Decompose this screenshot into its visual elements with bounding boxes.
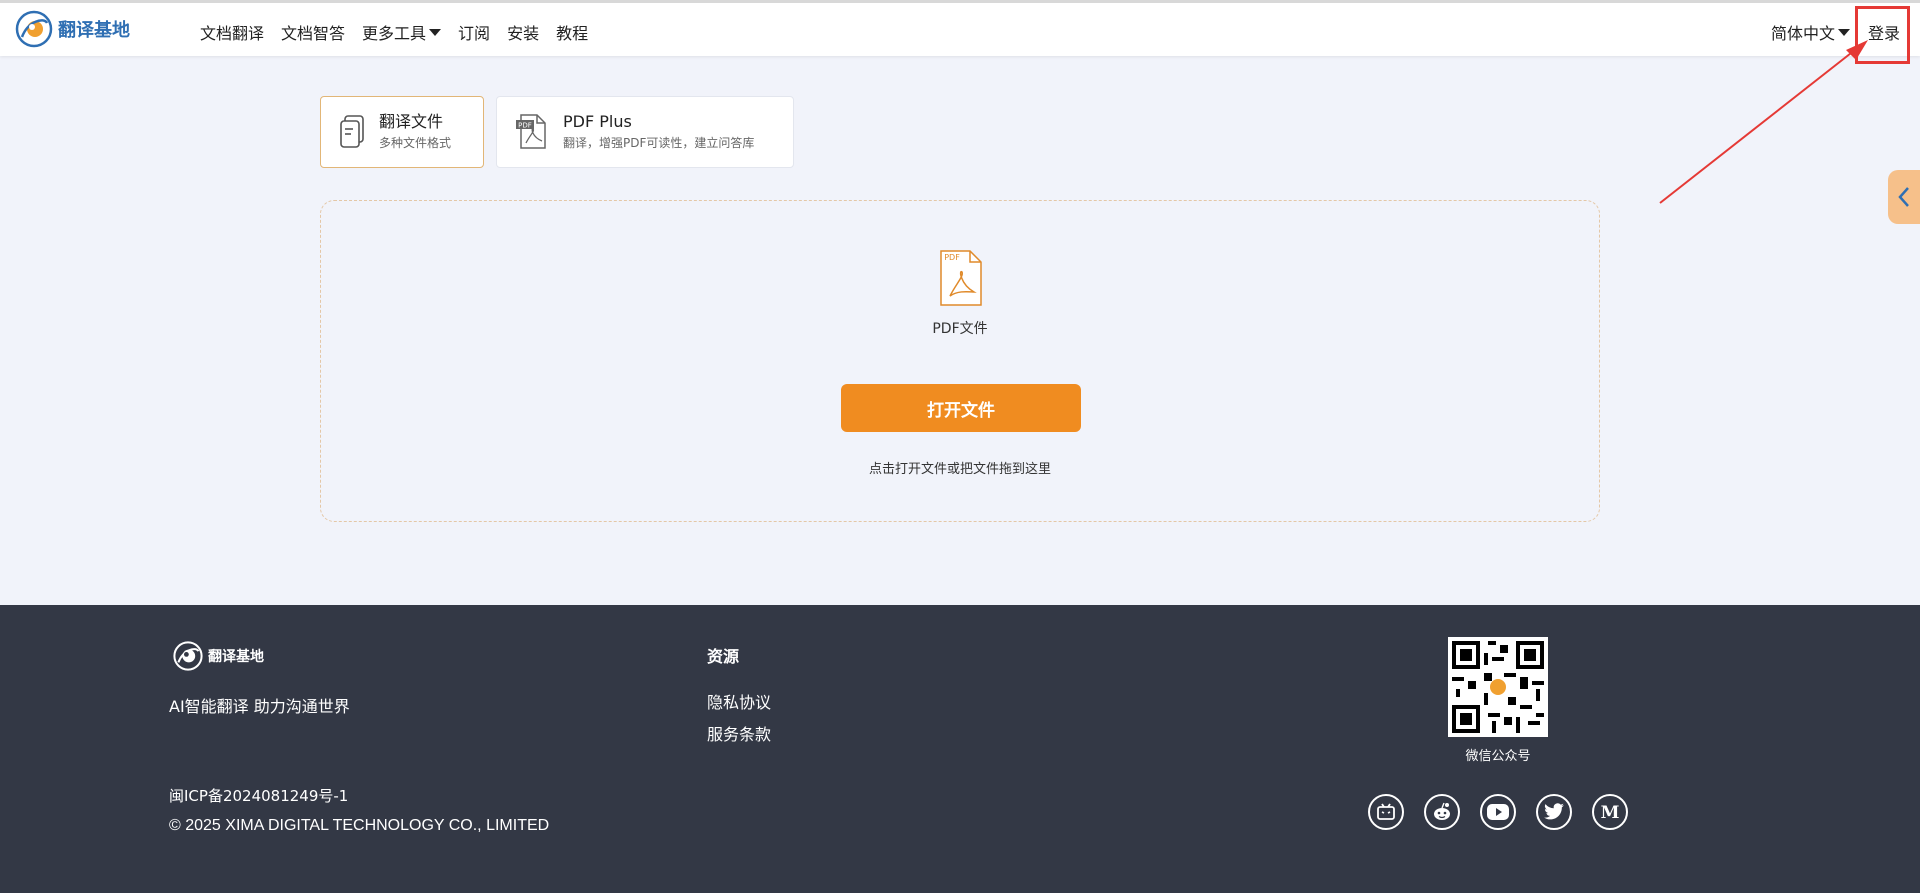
nav-more-tools[interactable]: 更多工具 [362, 20, 442, 44]
chevron-left-icon [1898, 187, 1909, 207]
footer-slogan: AI智能翻译 助力沟通世界 [169, 697, 350, 716]
svg-text:PDF: PDF [518, 122, 532, 130]
nav-install[interactable]: 安装 [507, 20, 539, 44]
icp-record-link[interactable]: 闽ICP备2024081249号-1 [169, 785, 348, 806]
nav-doc-qa[interactable]: 文档智答 [281, 20, 345, 44]
bilibili-glyph [1377, 803, 1395, 820]
logo-globe-icon [15, 10, 53, 48]
file-type-label: PDF文件 [932, 321, 988, 337]
site-logo[interactable]: 翻译基地 [14, 9, 130, 49]
nav-more-tools-label: 更多工具 [362, 24, 427, 43]
svg-text:M: M [1601, 803, 1620, 822]
footer-brand-name: 翻译基地 [208, 649, 264, 665]
wechat-qr-code [1448, 637, 1548, 737]
medium-glyph: M [1601, 803, 1620, 822]
qr-code-image [1452, 641, 1544, 733]
main-nav: 文档翻译 文档智答 更多工具 订阅 安装 教程 [200, 20, 588, 44]
svg-text:PDF: PDF [944, 253, 960, 262]
bilibili-icon[interactable] [1368, 794, 1404, 830]
mode-card-pdf-plus[interactable]: PDF PDF Plus 翻译，增强PDF可读性，建立问答库 [496, 96, 794, 168]
mode-title: 翻译文件 [379, 112, 444, 131]
reddit-glyph [1434, 802, 1450, 820]
terms-of-service-link[interactable]: 服务条款 [707, 721, 771, 745]
document-stack-icon [340, 115, 364, 148]
login-highlight-box [1855, 6, 1910, 64]
language-label: 简体中文 [1770, 24, 1835, 43]
brand-name: 翻译基地 [58, 20, 130, 41]
youtube-icon[interactable] [1480, 794, 1516, 830]
mode-subtitle: 翻译，增强PDF可读性，建立问答库 [563, 136, 755, 150]
language-selector[interactable]: 简体中文 [1771, 20, 1850, 44]
youtube-glyph [1487, 804, 1509, 820]
drop-hint: 点击打开文件或把文件拖到这里 [868, 462, 1051, 477]
twitter-glyph [1544, 803, 1564, 820]
footer-logo: 翻译基地 [172, 640, 264, 672]
top-navbar: 翻译基地 文档翻译 文档智答 更多工具 订阅 安装 教程 简体中文 登录 [0, 0, 1920, 56]
file-drop-zone[interactable]: PDF PDF文件 打开文件 点击打开文件或把文件拖到这里 [320, 200, 1600, 522]
pdf-file-icon: PDF [516, 114, 546, 149]
resources-heading: 资源 [707, 647, 740, 666]
mode-card-translate-file[interactable]: 翻译文件 多种文件格式 [320, 96, 484, 168]
twitter-icon[interactable] [1536, 794, 1572, 830]
pdf-file-icon: PDF [940, 250, 982, 306]
qr-label: 微信公众号 [1465, 749, 1531, 764]
nav-doc-translate[interactable]: 文档翻译 [200, 20, 264, 44]
privacy-policy-link[interactable]: 隐私协议 [707, 689, 771, 713]
copyright: © 2025 XIMA DIGITAL TECHNOLOGY CO., LIMI… [169, 817, 550, 834]
mode-subtitle: 多种文件格式 [379, 136, 452, 150]
side-panel-toggle[interactable] [1888, 170, 1920, 224]
nav-subscribe[interactable]: 订阅 [458, 20, 490, 44]
mode-title: PDF Plus [563, 112, 632, 131]
footer: 翻译基地 AI智能翻译 助力沟通世界 闽ICP备2024081249号-1 © … [0, 605, 1920, 893]
caret-down-icon [429, 29, 442, 36]
open-file-button[interactable]: 打开文件 [841, 384, 1081, 432]
logo-globe-icon [173, 641, 203, 671]
reddit-icon[interactable] [1424, 794, 1460, 830]
caret-down-icon [1838, 29, 1850, 36]
medium-icon[interactable]: M [1592, 794, 1628, 830]
nav-tutorial[interactable]: 教程 [556, 20, 588, 44]
